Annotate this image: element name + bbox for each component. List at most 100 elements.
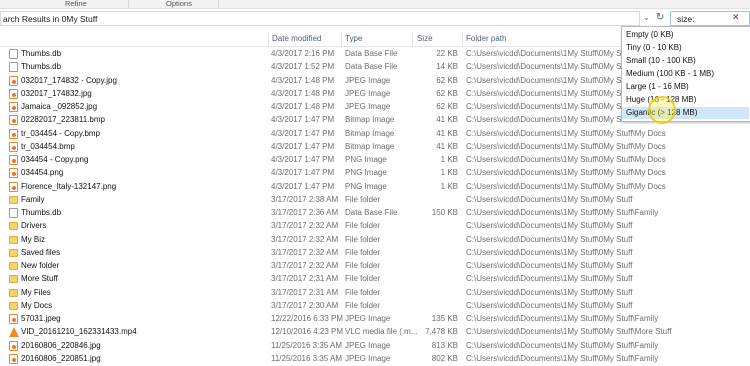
image-icon <box>9 340 18 351</box>
folder-path: C:\Users\vicdd\Documents\1My Stuff\0My S… <box>466 128 666 138</box>
file-type: File folder <box>345 221 381 231</box>
file-size: 1 KB <box>440 155 458 164</box>
date-modified: 3/17/2017 2:38 AM <box>271 194 339 204</box>
column-divider[interactable] <box>412 32 413 46</box>
table-row[interactable]: tr_034454 - Copy.bmp 4/3/2017 1:47 PM Bitm… <box>0 128 750 141</box>
table-row[interactable]: Florence_Italy-132147.png 4/3/2017 1:47 P… <box>0 181 750 194</box>
size-option-label: Medium (100 KB - 1 MB) <box>626 69 715 78</box>
file-type: VLC media file (.m... <box>345 327 418 337</box>
file-name: Florence_Italy-132147.png <box>21 181 117 191</box>
tab-options[interactable]: Options <box>166 0 192 8</box>
image-icon <box>9 128 18 139</box>
size-option[interactable]: Huge (16 - 128 MB) <box>622 94 749 106</box>
image-icon <box>9 88 18 99</box>
address-bar[interactable]: arch Results in 0My Stuff <box>0 11 640 26</box>
file-type: Bitmap Image <box>345 128 395 138</box>
file-size: 62 KB <box>436 75 458 85</box>
file-type: PNG Image <box>345 168 387 178</box>
date-modified: 4/3/2017 2:16 PM <box>271 49 335 58</box>
table-row[interactable]: New folder 3/17/2017 2:32 AM File folder C:… <box>0 260 750 273</box>
folder-path: C:\Users\vicdd\Documents\1My Stuff\0My S… <box>466 208 659 217</box>
file-size: 22 KB <box>436 49 458 58</box>
folder-path: C:\Users\vicdd\Documents\1My Stuff\0My S… <box>466 194 633 204</box>
file-name: 032017_174832.jpg <box>21 88 92 98</box>
folder-path: C:\Users\vicdd\Documents\1My Stuff\0My S… <box>466 314 659 323</box>
date-modified: 3/17/2017 2:32 AM <box>271 234 339 244</box>
folder-path: C:\Users\vicdd\Documents\1My Stuff\0My S… <box>466 327 672 337</box>
size-option[interactable]: Small (10 - 100 KB) <box>622 55 749 67</box>
file-name: tr_034454 - Copy.bmp <box>21 128 101 138</box>
table-row[interactable]: More Stuff 3/17/2017 2:31 AM File folder C:… <box>0 273 750 286</box>
size-option-label: Large (1 - 16 MB) <box>626 82 689 91</box>
tab-refine[interactable]: Refine <box>65 0 87 8</box>
file-type: File folder <box>345 194 381 204</box>
folder-icon <box>9 195 18 204</box>
column-header-size[interactable]: Size <box>417 34 433 43</box>
table-row[interactable]: VID_20161210_162331433.mp4 12/10/2016 4:2… <box>0 326 750 339</box>
folder-path: C:\Users\vicdd\Documents\1My Stuff\0My S… <box>466 274 633 284</box>
file-name: 20160806_220846.jpg <box>21 340 101 350</box>
size-option[interactable]: Large (1 - 16 MB) <box>622 81 749 93</box>
column-divider[interactable] <box>268 32 269 46</box>
file-type: File folder <box>345 287 381 297</box>
file-type: JPEG Image <box>345 75 391 85</box>
folder-path: C:\Users\vicdd\Documents\1My Stuff\0My S… <box>466 340 659 350</box>
date-modified: 4/3/2017 1:47 PM <box>271 181 335 191</box>
size-option[interactable]: Tiny (0 - 10 KB) <box>622 42 749 54</box>
column-divider[interactable] <box>462 32 463 46</box>
file-name: Jamaica _092852.jpg <box>21 102 98 111</box>
column-header-date-modified[interactable]: Date modified <box>272 34 321 43</box>
image-icon <box>9 353 18 364</box>
file-type: Data Base File <box>345 62 398 72</box>
column-header-type[interactable]: Type <box>345 34 362 43</box>
column-header-folder-path[interactable]: Folder path <box>466 34 506 43</box>
file-name: 034454 - Copy.png <box>21 155 89 164</box>
file-type: File folder <box>345 300 381 310</box>
size-option[interactable]: Gigantic (> 128 MB) <box>622 107 749 119</box>
vlc-icon <box>9 327 19 338</box>
file-name: My Docs <box>21 300 53 310</box>
table-row[interactable]: Thumbs.db 3/17/2017 2:36 AM Data Base File… <box>0 207 750 220</box>
ribbon-divider <box>218 0 219 8</box>
column-divider[interactable] <box>341 32 342 46</box>
table-row[interactable]: My Docs 3/17/2017 2:30 AM File folder C:\Us… <box>0 300 750 313</box>
table-row[interactable]: 57031.jpeg 12/22/2016 6:33 PM JPEG Image 13… <box>0 313 750 326</box>
folder-icon <box>9 275 18 284</box>
file-name: My Files <box>21 287 51 297</box>
file-type: Data Base File <box>345 208 398 217</box>
file-name: Thumbs.db <box>21 208 62 217</box>
chevron-down-icon[interactable]: ⌄ <box>643 13 650 22</box>
file-size: 41 KB <box>436 141 458 151</box>
table-row[interactable]: 034454.png 4/3/2017 1:47 PM PNG Image 1 KB C… <box>0 167 750 180</box>
table-row[interactable]: My Files 3/17/2017 2:31 AM File folder C:\U… <box>0 287 750 300</box>
size-option-label: Small (10 - 100 KB) <box>626 56 696 65</box>
table-row[interactable]: tr_034454.bmp 4/3/2017 1:47 PM Bitmap Imag… <box>0 141 750 154</box>
file-size: 802 KB <box>431 353 458 363</box>
file-type: PNG Image <box>345 181 387 191</box>
file-name: 57031.jpeg <box>21 314 61 323</box>
date-modified: 4/3/2017 1:47 PM <box>271 115 335 125</box>
table-row[interactable]: Family 3/17/2017 2:38 AM File folder C:\Use… <box>0 194 750 207</box>
file-type: JPEG Image <box>345 340 391 350</box>
size-option[interactable]: Empty (0 KB) <box>622 29 749 41</box>
date-modified: 11/25/2016 3:35 AM <box>271 340 343 350</box>
file-type: JPEG Image <box>345 314 391 323</box>
table-row[interactable]: My Biz 3/17/2017 2:32 AM File folder C:\Use… <box>0 234 750 247</box>
size-option[interactable]: Medium (100 KB - 1 MB) <box>622 68 749 80</box>
folder-path: C:\Users\vicdd\Documents\1My Stuff\0My S… <box>466 300 633 310</box>
table-row[interactable]: 034454 - Copy.png 4/3/2017 1:47 PM PNG Ima… <box>0 154 750 167</box>
date-modified: 4/3/2017 1:47 PM <box>271 168 335 178</box>
file-size: 41 KB <box>436 128 458 138</box>
file-name: VID_20161210_162331433.mp4 <box>21 327 137 337</box>
table-row[interactable]: Saved files 3/17/2017 2:32 AM File folder C… <box>0 247 750 260</box>
file-size: 7,478 KB <box>425 327 458 337</box>
refresh-icon[interactable]: ↻ <box>656 12 664 23</box>
table-row[interactable]: 20160806_220851.jpg 11/25/2016 3:35 AM JPE… <box>0 353 750 366</box>
date-modified: 12/22/2016 6:33 PM <box>271 314 343 323</box>
close-icon[interactable]: ✕ <box>732 12 740 23</box>
date-modified: 4/3/2017 1:47 PM <box>271 141 335 151</box>
table-row[interactable]: 20160806_220846.jpg 11/25/2016 3:35 AM JPE… <box>0 340 750 353</box>
file-name: 20160806_220851.jpg <box>21 353 101 363</box>
table-row[interactable]: Drivers 3/17/2017 2:32 AM File folder C:\Us… <box>0 220 750 233</box>
file-size: 62 KB <box>436 102 458 111</box>
